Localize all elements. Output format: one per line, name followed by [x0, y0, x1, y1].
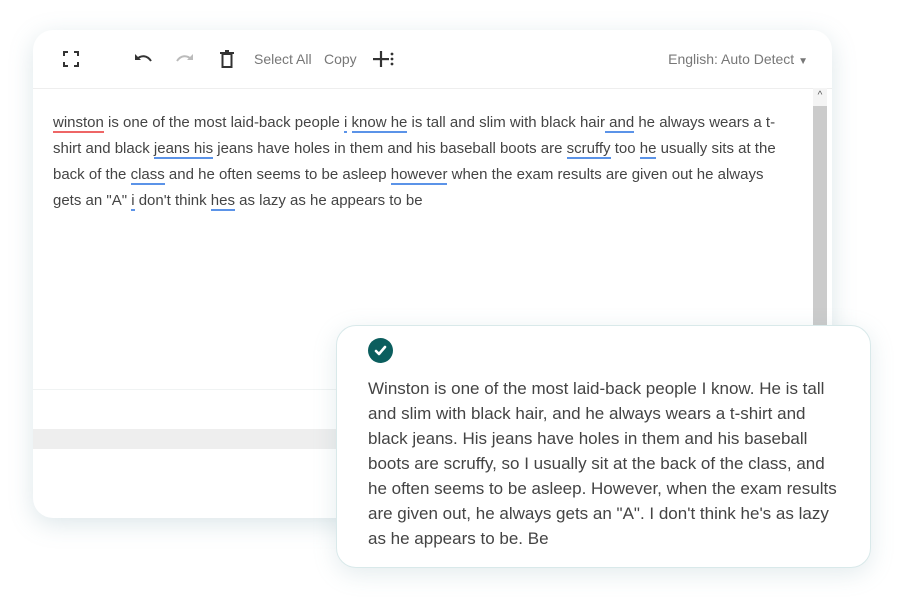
grammar-suggestion[interactable]: hes [210, 192, 235, 211]
result-card: Winston is one of the most laid-back peo… [336, 325, 871, 568]
editor-text-input[interactable]: winston is one of the most laid-back peo… [53, 110, 793, 214]
text-segment: is tall and slim with black hair [407, 114, 605, 131]
grammar-suggestion[interactable]: jeans his [153, 140, 214, 159]
text-segment [347, 114, 351, 131]
language-label: English: Auto Detect [668, 51, 795, 67]
scroll-up-icon[interactable]: ^ [813, 88, 827, 104]
copy-button[interactable]: Copy [324, 48, 357, 70]
text-segment: as lazy as he appears to be [234, 192, 423, 209]
fullscreen-icon[interactable] [63, 48, 79, 70]
spelling-error[interactable]: winston [53, 114, 104, 133]
grammar-suggestion[interactable]: however [390, 166, 448, 185]
trash-icon[interactable] [220, 48, 234, 70]
check-circle-icon [368, 338, 393, 363]
text-segment: don't think [134, 192, 211, 209]
caret-down-icon: ▼ [798, 56, 808, 67]
grammar-suggestion[interactable]: know he [351, 114, 408, 133]
corrected-text: Winston is one of the most laid-back peo… [368, 379, 837, 548]
text-segment: too [610, 140, 640, 157]
select-all-button[interactable]: Select All [254, 48, 312, 70]
toolbar: Select All Copy English: Auto Detect ▼ [33, 30, 832, 89]
grammar-suggestion[interactable]: scruffy [566, 140, 611, 159]
undo-icon[interactable] [133, 48, 153, 70]
language-dropdown[interactable]: English: Auto Detect ▼ [668, 51, 808, 67]
text-segment: is one of the most laid-back people [103, 114, 344, 131]
text-segment: and he often seems to be asleep [164, 166, 391, 183]
grammar-suggestion[interactable]: he [639, 140, 657, 159]
grammar-suggestion[interactable]: and [604, 114, 635, 133]
add-more-icon[interactable] [373, 48, 395, 70]
text-segment: jeans have holes in them and his basebal… [213, 140, 567, 157]
grammar-suggestion[interactable]: class [130, 166, 165, 185]
redo-icon[interactable] [175, 48, 195, 70]
